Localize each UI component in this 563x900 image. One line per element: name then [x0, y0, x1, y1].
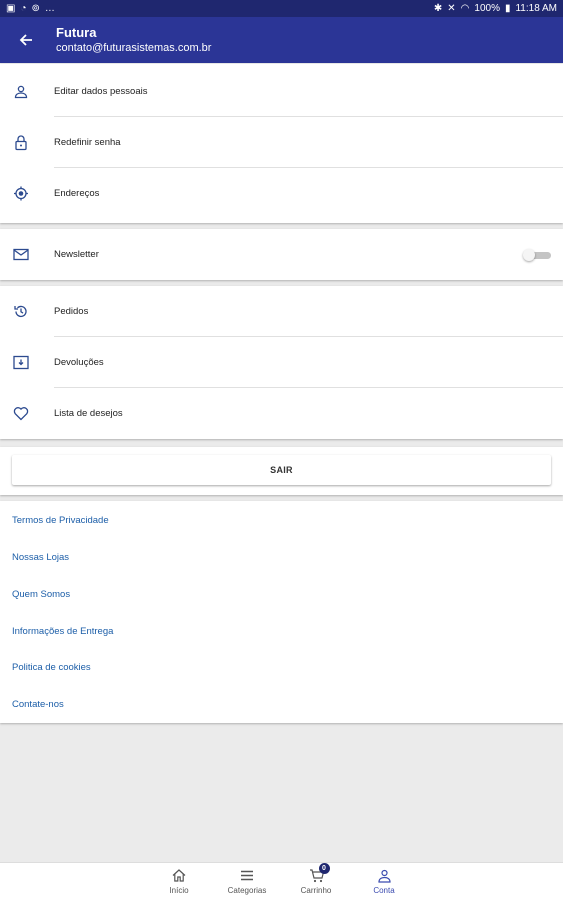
cart-count-badge: 0 [318, 863, 330, 874]
list-icon [240, 867, 254, 884]
mail-icon [12, 246, 29, 263]
bluetooth-icon: ✱ [433, 2, 443, 14]
orders-card: Pedidos Devoluções Lista de desejos [0, 286, 563, 439]
nav-label: Início [169, 886, 189, 895]
toggle-knob [523, 248, 535, 261]
app-bar: Futura contato@futurasistemas.com.br [0, 17, 563, 63]
menu-item-label: Pedidos [54, 306, 89, 317]
menu-item-label: Devoluções [54, 357, 104, 368]
account-card: Editar dados pessoais Redefinir senha En… [0, 64, 563, 223]
heart-icon [12, 405, 29, 422]
about-us-link[interactable]: Quem Somos [12, 589, 70, 600]
nav-categories[interactable]: Categorias [217, 867, 277, 895]
cookie-policy-link[interactable]: Politica de cookies [12, 662, 91, 673]
menu-item-label: Redefinir senha [54, 137, 121, 148]
arrow-back-icon [19, 34, 32, 46]
nav-cart[interactable]: 0 Carrinho [286, 863, 346, 895]
sync-notification-icon: ⊚ [31, 2, 40, 14]
image-notification-icon: ▣ [6, 2, 16, 14]
newsletter-item: Newsletter [0, 229, 563, 280]
newsletter-card: Newsletter [0, 229, 563, 280]
menu-item-label: Editar dados pessoais [54, 86, 148, 97]
edit-personal-data-item[interactable]: Editar dados pessoais [0, 66, 563, 117]
battery-icon: ▮ [504, 2, 511, 14]
reset-password-item[interactable]: Redefinir senha [0, 117, 563, 168]
location-icon [12, 185, 29, 202]
delivery-info-link[interactable]: Informações de Entrega [12, 626, 113, 637]
newsletter-label: Newsletter [54, 249, 99, 260]
cast-notification-icon: ◔ [20, 2, 27, 14]
links-card: Termos de Privacidade Nossas Lojas Quem … [0, 501, 563, 723]
lock-icon [12, 134, 29, 151]
menu-item-label: Endereços [54, 188, 100, 199]
returns-item[interactable]: Devoluções [0, 337, 563, 388]
page-title: Futura [56, 24, 97, 40]
history-icon [12, 303, 29, 320]
return-box-icon [12, 354, 29, 371]
addresses-item[interactable]: Endereços [0, 168, 563, 219]
logout-card: SAIR [0, 447, 563, 495]
logout-button[interactable]: SAIR [12, 455, 551, 485]
more-notifications-icon: … [44, 2, 55, 14]
bottom-navigation: Início Categorias 0 Carrinho Conta [0, 862, 563, 900]
newsletter-toggle[interactable] [523, 248, 551, 261]
nav-label: Carrinho [300, 886, 332, 895]
cart-icon: 0 [309, 863, 330, 884]
nav-label: Conta [373, 886, 395, 895]
person-icon [12, 83, 29, 100]
account-icon [377, 867, 391, 884]
nav-label: Categorias [227, 886, 267, 895]
our-stores-link[interactable]: Nossas Lojas [12, 552, 69, 563]
nav-account[interactable]: Conta [354, 867, 414, 895]
menu-item-label: Lista de desejos [54, 408, 123, 419]
battery-level: 100% [474, 3, 500, 14]
back-button[interactable] [0, 17, 52, 63]
contact-us-link[interactable]: Contate-nos [12, 699, 64, 710]
orders-item[interactable]: Pedidos [0, 286, 563, 337]
wifi-icon: ◠ [460, 2, 470, 14]
user-email: contato@futurasistemas.com.br [56, 41, 212, 54]
status-bar: ▣ ◔ ⊚ … ✱ ✕ ◠ 100% ▮ 11:18 AM [0, 0, 563, 17]
mute-icon: ✕ [447, 2, 456, 14]
wishlist-item[interactable]: Lista de desejos [0, 388, 563, 439]
clock: 11:18 AM [515, 3, 557, 14]
nav-home[interactable]: Início [149, 867, 209, 895]
privacy-terms-link[interactable]: Termos de Privacidade [12, 515, 109, 526]
home-icon [172, 867, 186, 884]
